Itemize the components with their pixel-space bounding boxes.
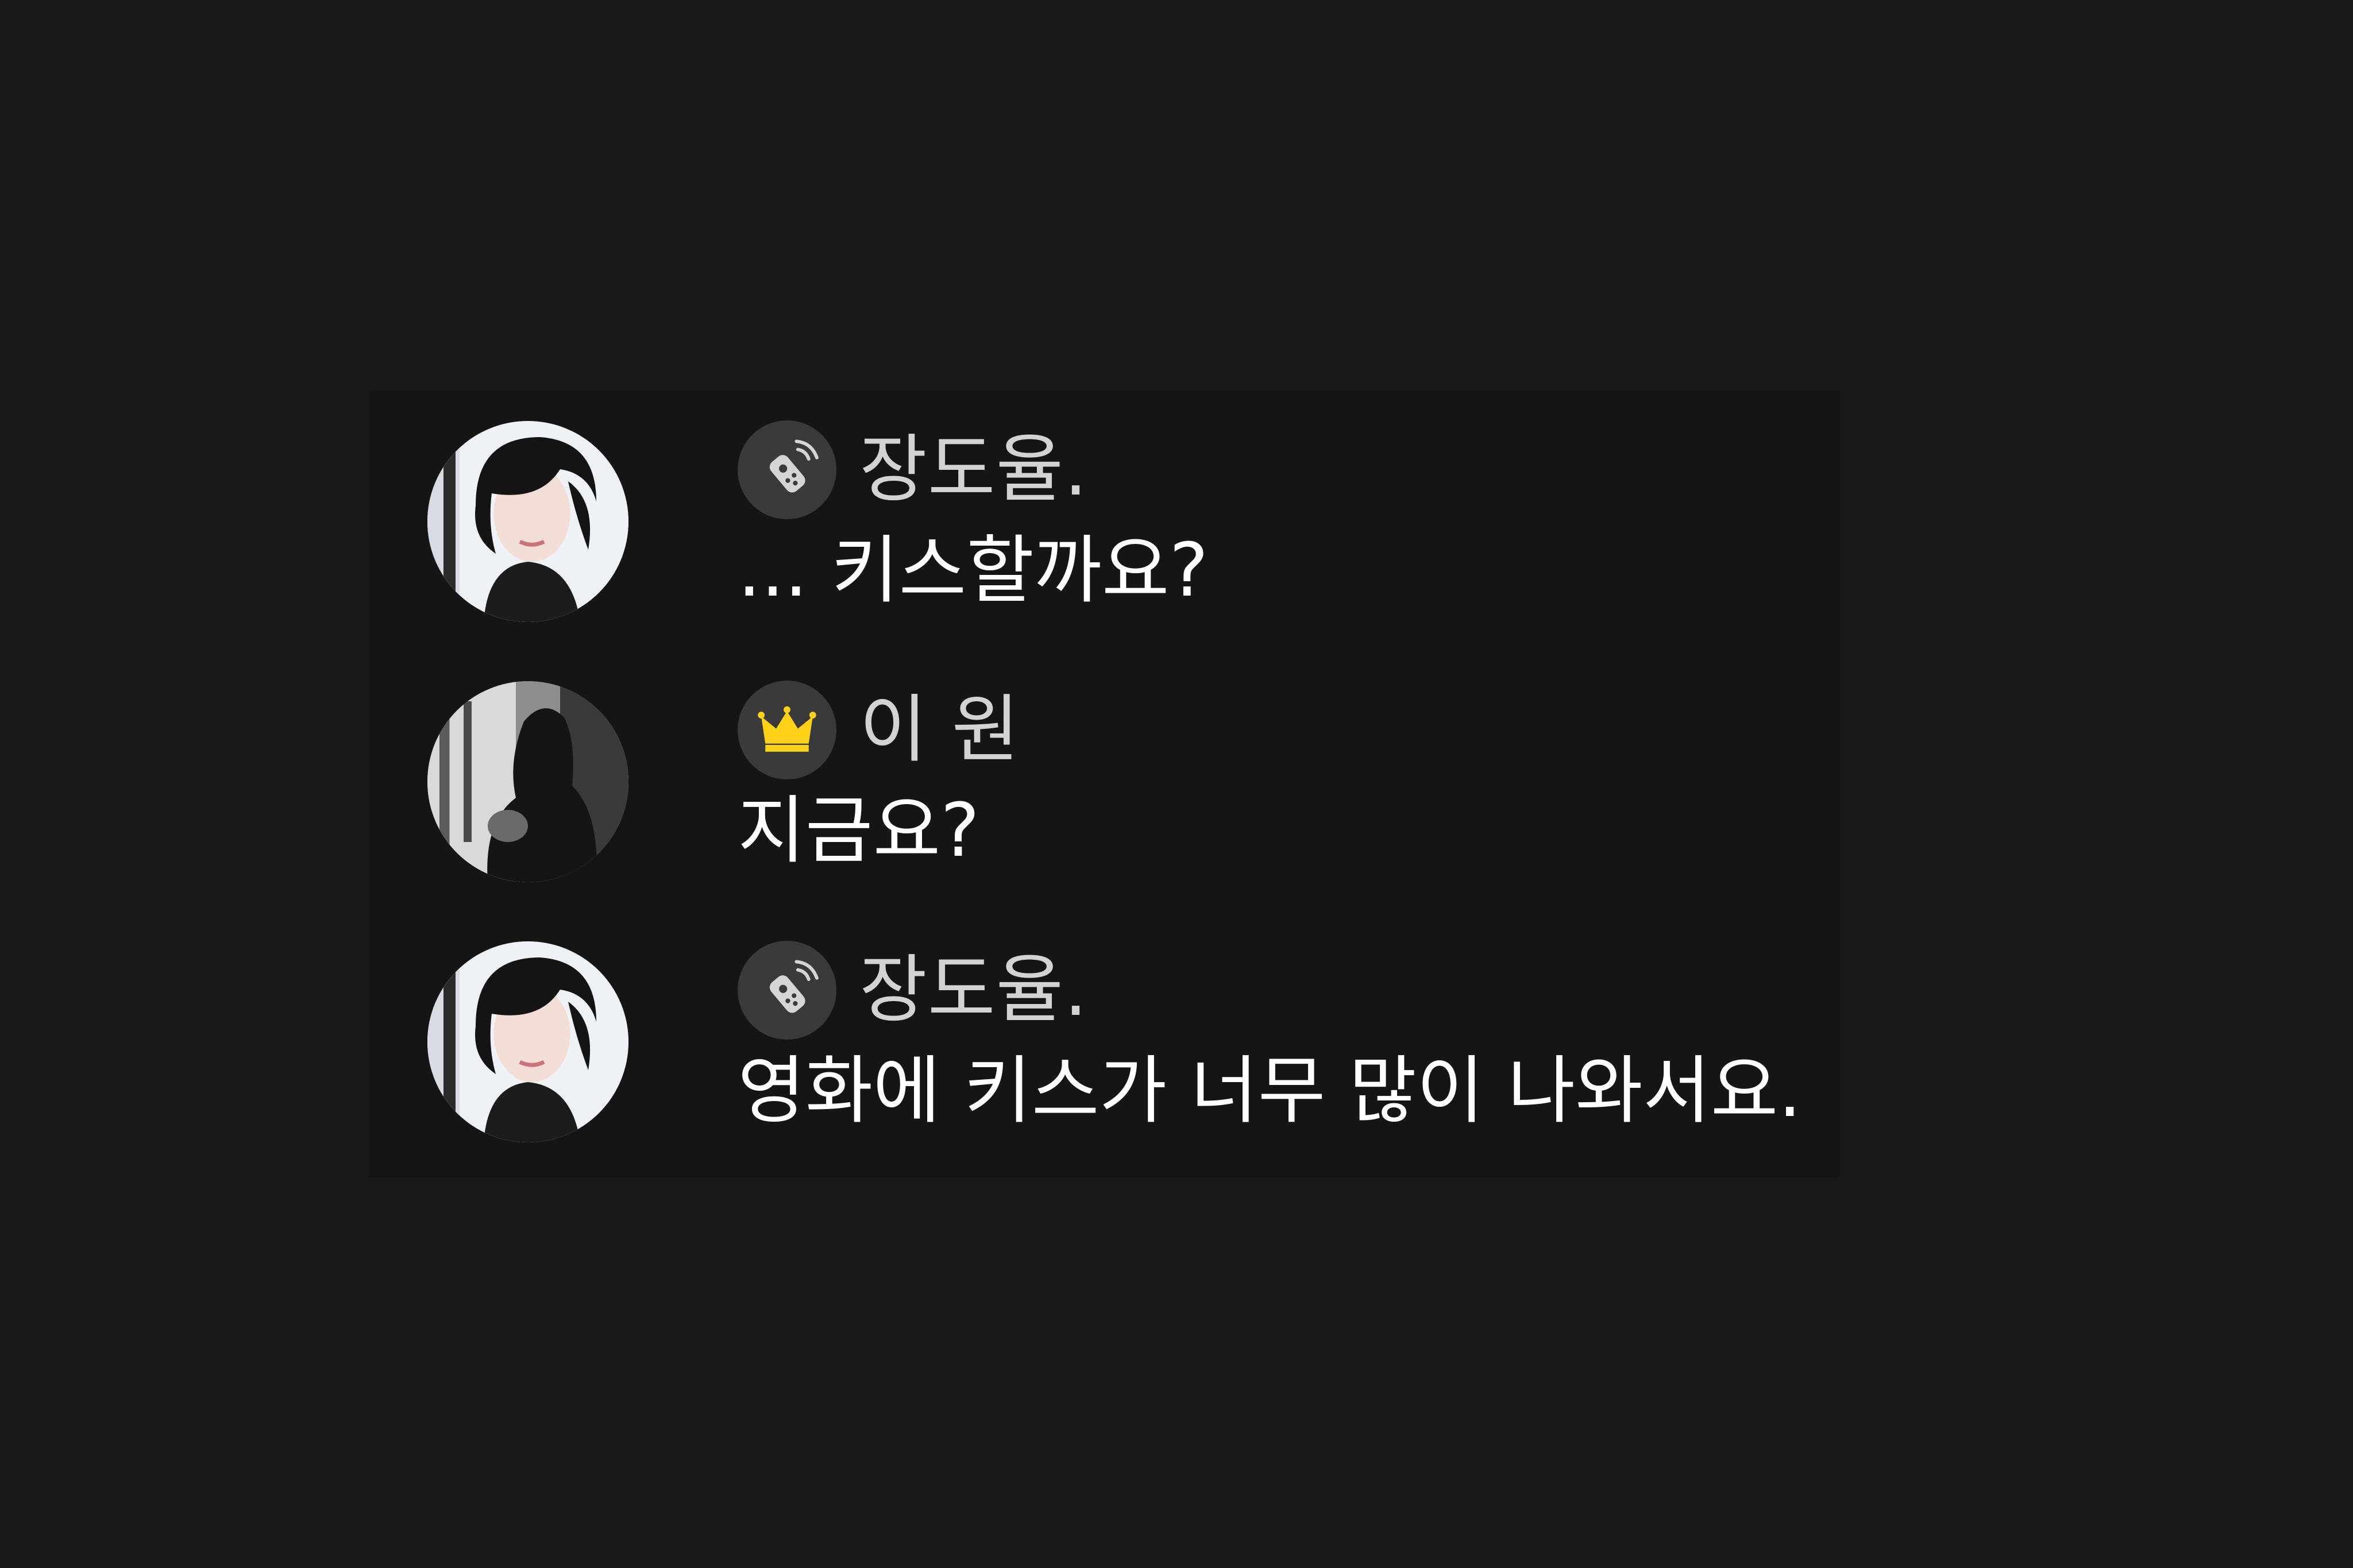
crown-icon bbox=[738, 680, 836, 779]
remote-control-icon bbox=[738, 420, 836, 519]
avatar[interactable] bbox=[427, 941, 628, 1142]
chat-message: 장도율. 영화에 키스가 너무 많이 나와서요. bbox=[427, 911, 1806, 1142]
chat-message: 장도율. ... 키스할까요? bbox=[427, 391, 1806, 622]
screen: 장도율. ... 키스할까요? 이 원 지금요? 장도율. 영화에 키스가 너무… bbox=[0, 0, 2353, 1568]
sender-name: 장도율. bbox=[859, 947, 1088, 1033]
chat-message: 이 원 지금요? bbox=[427, 651, 1806, 882]
sender-row: 이 원 bbox=[738, 679, 1020, 780]
message-text: ... 키스할까요? bbox=[738, 528, 1209, 613]
female-silhouette-portrait-image bbox=[427, 681, 628, 882]
male-portrait-image bbox=[427, 421, 628, 622]
chat-thread: 장도율. ... 키스할까요? 이 원 지금요? 장도율. 영화에 키스가 너무… bbox=[369, 391, 1839, 1177]
remote-control-icon bbox=[738, 940, 836, 1040]
message-text: 지금요? bbox=[738, 788, 980, 874]
sender-name: 장도율. bbox=[859, 426, 1088, 512]
avatar[interactable] bbox=[427, 681, 628, 882]
avatar[interactable] bbox=[427, 421, 628, 622]
sender-name: 이 원 bbox=[859, 686, 1020, 773]
male-portrait-image bbox=[427, 941, 628, 1142]
message-text: 영화에 키스가 너무 많이 나와서요. bbox=[738, 1048, 1802, 1134]
sender-row: 장도율. bbox=[738, 940, 1088, 1040]
sender-row: 장도율. bbox=[738, 419, 1088, 520]
